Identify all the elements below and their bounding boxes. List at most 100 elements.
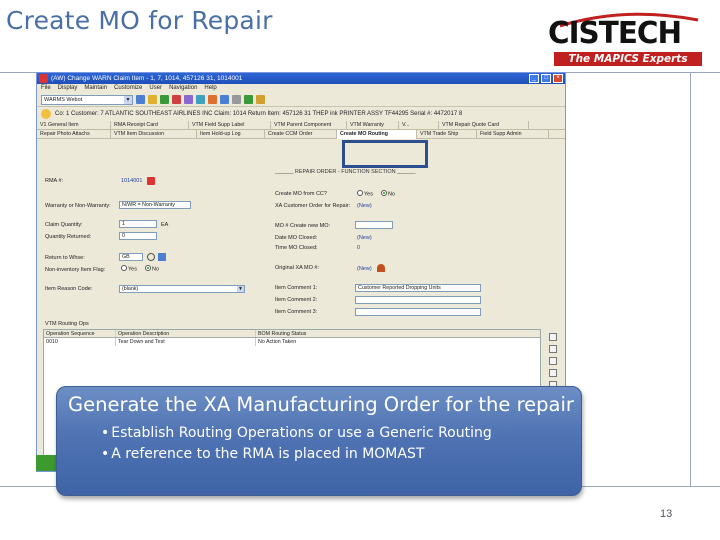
record-header-text: Co: 1 Customer: 7 ATLANTIC SOUTHEAST AIR… [55, 111, 463, 117]
claim-qty-field[interactable]: 1 [119, 220, 157, 228]
warehouse-icon[interactable] [158, 253, 166, 261]
reason-code-select[interactable]: (blank) ▼ [119, 285, 245, 293]
tab-create-mo-routing[interactable]: Create MO Routing [337, 130, 417, 139]
original-mo-value: (New) [357, 266, 372, 272]
cell-operation-description: Tear Down and Test [116, 338, 256, 346]
warranty-value: N/WR = Non-Warranty [122, 202, 175, 208]
minimize-icon[interactable]: _ [529, 74, 539, 83]
table-row[interactable]: 0010 Tear Down and Test No Action Taken [44, 338, 540, 346]
non-inventory-no-option[interactable]: No [145, 265, 159, 272]
chevron-down-icon: ▼ [237, 286, 244, 292]
maximize-icon[interactable]: □ [541, 74, 551, 83]
qty-returned-value: 0 [122, 233, 125, 239]
column-header-operation-description[interactable]: Operation Description [116, 330, 256, 337]
time-closed-value: 0 [357, 245, 361, 251]
menu-help[interactable]: Help [204, 84, 216, 93]
print-icon[interactable] [184, 95, 193, 104]
mo-create-label: MO # Create new MO: [275, 223, 331, 229]
cell-operation-sequence: 0010 [44, 338, 116, 346]
customer-icon [41, 109, 51, 119]
radio-icon [121, 265, 127, 271]
slide-divider-right [690, 72, 691, 486]
save-icon[interactable] [160, 95, 169, 104]
comment1-field[interactable]: Customer Reported Dropping Units [355, 284, 481, 292]
tab-repair-quote-card[interactable]: VTM Repair Quote Card [439, 121, 529, 130]
menu-display[interactable]: Display [58, 84, 78, 93]
mo-create-field[interactable] [355, 221, 393, 229]
new-icon[interactable] [549, 357, 557, 365]
menu-customize[interactable]: Customize [114, 84, 142, 93]
callout-title: Generate the XA Manufacturing Order for … [68, 393, 574, 416]
export-icon[interactable] [244, 95, 253, 104]
non-inventory-yes-option[interactable]: Yes [121, 265, 137, 272]
view-select[interactable]: WARMS Webot ▼ [41, 94, 133, 105]
routing-grid-caption: VTM Routing Ops [45, 321, 89, 327]
binoculars-icon[interactable] [549, 333, 557, 341]
warranty-label: Warranty or Non-Warranty: [45, 203, 111, 209]
rma-lookup-icon[interactable] [147, 177, 155, 185]
tab-general-item[interactable]: V1 General Item [37, 121, 111, 130]
return-whse-label: Return to Whse: [45, 255, 85, 261]
highlight-box [342, 140, 428, 168]
page-number: 13 [660, 508, 673, 520]
tab-rma-receipt-card[interactable]: RMA Receipt Card [111, 121, 189, 130]
xa-customer-order-value: (New) [357, 203, 372, 209]
comment2-label: Item Comment 2: [275, 297, 318, 303]
reason-code-label: Item Reason Code: [45, 286, 93, 292]
tab-create-ccm-order[interactable]: Create CCM Order [265, 130, 337, 139]
tab-parent-component[interactable]: VTM Parent Component [271, 121, 347, 130]
radio-selected-icon [145, 265, 151, 271]
tab-field-supp-label[interactable]: VTM Field Supp Label [189, 121, 271, 130]
menu-file[interactable]: File [41, 84, 51, 93]
back-icon[interactable] [136, 95, 145, 104]
edit-icon[interactable] [549, 345, 557, 353]
return-whse-value: GB [122, 254, 130, 260]
logo-wordmark: CISTECH [548, 16, 682, 51]
column-header-bom-routing-status[interactable]: BOM Routing Status [256, 330, 346, 337]
time-closed-label: Time MO Closed: [275, 245, 318, 251]
create-mo-yes-option[interactable]: Yes [357, 190, 373, 197]
filter-icon[interactable] [208, 95, 217, 104]
menu-navigation[interactable]: Navigation [169, 84, 197, 93]
tab-warranty[interactable]: VTM Warranty [347, 121, 399, 130]
search-icon[interactable] [147, 253, 155, 261]
folder-icon[interactable] [148, 95, 157, 104]
tab-field-supp-admin[interactable]: Field Supp Admin [477, 130, 549, 139]
copy-icon[interactable] [549, 369, 557, 377]
claim-qty-unit: EA [161, 222, 169, 228]
return-whse-field[interactable]: GB [119, 253, 143, 261]
refresh-icon[interactable] [196, 95, 205, 104]
tab-item-discussion[interactable]: VTM Item Discussion [111, 130, 197, 139]
comment2-field[interactable] [355, 296, 481, 304]
menu-maintain[interactable]: Maintain [84, 84, 107, 93]
menu-user[interactable]: User [149, 84, 162, 93]
cistech-logo: CISTECH The MAPICS Experts [548, 12, 708, 68]
tab-more[interactable]: V... [399, 121, 439, 130]
cell-bom-routing-status: No Action Taken [258, 339, 297, 345]
slide-title: Create MO for Repair [6, 6, 273, 35]
original-mo-label: Original XA MO #: [275, 265, 320, 271]
close-icon[interactable]: × [553, 74, 563, 83]
tab-item-hold-up-log[interactable]: Item Hold-up Log [197, 130, 265, 139]
comment3-field[interactable] [355, 308, 481, 316]
tab-trade-ship[interactable]: VTM Trade Ship [417, 130, 477, 139]
delete-icon[interactable] [172, 95, 181, 104]
tab-repair-photo-attachs[interactable]: Repair Photo Attachs [37, 130, 111, 139]
find-icon[interactable] [220, 95, 229, 104]
grid-side-toolbar [549, 333, 559, 389]
view-select-value: WARMS Webot [44, 96, 83, 103]
help-icon[interactable] [256, 95, 265, 104]
comment1-label: Item Comment 1: [275, 285, 318, 291]
settings-icon[interactable] [232, 95, 241, 104]
rma-label: RMA #: [45, 178, 64, 184]
house-icon[interactable] [377, 264, 385, 272]
xa-customer-order-label: XA Customer Order for Repair: [275, 203, 351, 209]
create-mo-no-option[interactable]: No [381, 190, 395, 197]
radio-icon [357, 190, 363, 196]
comment1-value: Customer Reported Dropping Units [358, 285, 441, 291]
warranty-select[interactable]: N/WR = Non-Warranty [119, 201, 191, 209]
column-header-operation-sequence[interactable]: Operation Sequence [44, 330, 116, 337]
callout-bullets: Establish Routing Operations or use a Ge… [101, 423, 492, 465]
callout-bullet-2: A reference to the RMA is placed in MOMA… [101, 444, 492, 465]
qty-returned-field[interactable]: 0 [119, 232, 157, 240]
